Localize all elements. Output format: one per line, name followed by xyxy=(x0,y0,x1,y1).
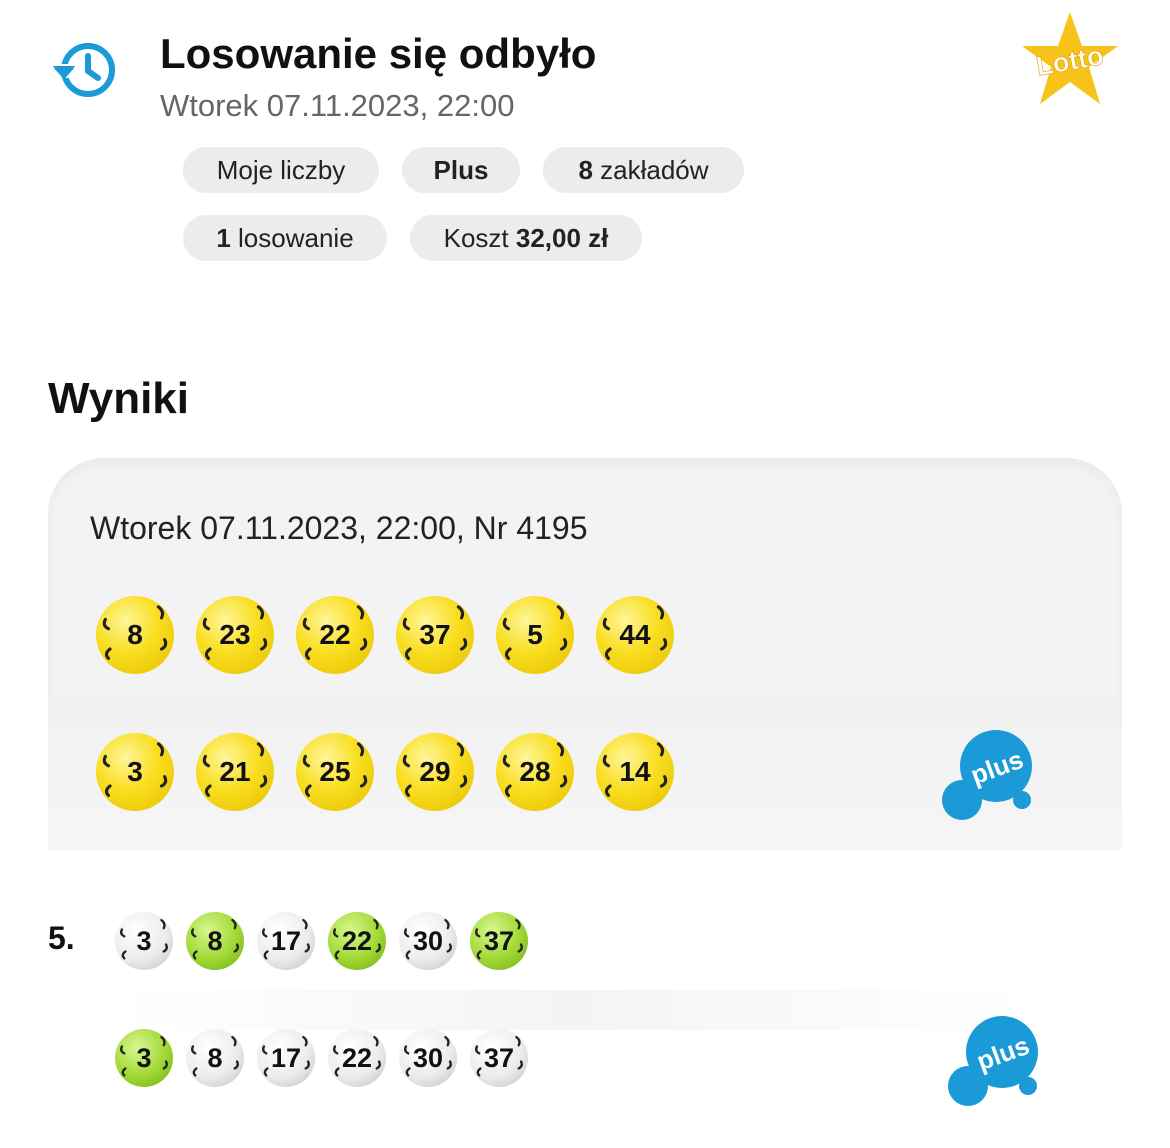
lotto-ball: 17 xyxy=(257,1029,315,1087)
ball-number: 22 xyxy=(341,925,373,956)
page-title: Losowanie się odbyło xyxy=(160,30,597,77)
lotto-logo: Lotto xyxy=(1022,12,1118,104)
lotto-ball: 25 xyxy=(296,733,374,811)
lotto-ball: 8 xyxy=(96,596,174,674)
ball-number: 5 xyxy=(527,619,543,650)
lotto-ball: 29 xyxy=(396,733,474,811)
lotto-ball: 28 xyxy=(496,733,574,811)
chip-plus: Plus xyxy=(402,147,520,193)
lotto-ball: 14 xyxy=(596,733,674,811)
chip-bets: 8 zakładów xyxy=(543,147,744,193)
ball-number: 29 xyxy=(419,756,451,787)
lotto-ball: 5 xyxy=(496,596,574,674)
chip-my-numbers: Moje liczby xyxy=(183,147,379,193)
ball-number: 25 xyxy=(319,756,351,787)
ball-number: 28 xyxy=(519,756,551,787)
ball-number: 17 xyxy=(270,925,302,956)
ball-number: 37 xyxy=(419,619,451,650)
lotto-ball: 3 xyxy=(96,733,174,811)
ball-number: 8 xyxy=(127,619,143,650)
ball-number: 3 xyxy=(136,1042,152,1073)
ball-number: 22 xyxy=(341,1042,373,1073)
ball-number: 8 xyxy=(207,925,223,956)
plus-logo: plus xyxy=(948,1016,1038,1106)
draw-datetime: Wtorek 07.11.2023, 22:00 xyxy=(160,88,515,123)
ball-number: 17 xyxy=(270,1042,302,1073)
ball-number: 3 xyxy=(136,925,152,956)
lotto-ball: 21 xyxy=(196,733,274,811)
lotto-ball: 37 xyxy=(396,596,474,674)
chip-draws: 1 losowanie xyxy=(183,215,387,261)
ball-number: 23 xyxy=(219,619,251,650)
lotto-ball: 3 xyxy=(115,912,173,970)
results-heading: Wyniki xyxy=(48,374,190,423)
lotto-ball: 8 xyxy=(186,1029,244,1087)
lotto-ball: 17 xyxy=(257,912,315,970)
lotto-ball: 30 xyxy=(399,912,457,970)
lotto-ball: 44 xyxy=(596,596,674,674)
lotto-ball: 37 xyxy=(470,912,528,970)
lotto-ball: 3 xyxy=(115,1029,173,1087)
history-icon xyxy=(53,43,115,97)
ball-number: 30 xyxy=(412,1042,444,1073)
ball-number: 30 xyxy=(412,925,444,956)
lotto-ball: 30 xyxy=(399,1029,457,1087)
plus-logo: plus xyxy=(942,730,1032,820)
bet-row-divider xyxy=(110,990,1030,1030)
lotto-ball: 37 xyxy=(470,1029,528,1087)
lotto-ball: 23 xyxy=(196,596,274,674)
lotto-ball: 22 xyxy=(328,912,386,970)
ball-number: 21 xyxy=(219,756,251,787)
bet-index: 5. xyxy=(48,920,75,956)
lotto-ball: 22 xyxy=(296,596,374,674)
ball-number: 44 xyxy=(619,619,651,650)
ball-number: 37 xyxy=(483,1042,515,1073)
ball-number: 22 xyxy=(319,619,351,650)
lotto-ball: 8 xyxy=(186,912,244,970)
chip-cost: Koszt 32,00 zł xyxy=(410,215,642,261)
draw-label: Wtorek 07.11.2023, 22:00, Nr 4195 xyxy=(90,510,588,546)
ball-number: 3 xyxy=(127,756,143,787)
ball-number: 37 xyxy=(483,925,515,956)
ball-number: 14 xyxy=(619,756,651,787)
ball-number: 8 xyxy=(207,1042,223,1073)
lotto-ball: 22 xyxy=(328,1029,386,1087)
